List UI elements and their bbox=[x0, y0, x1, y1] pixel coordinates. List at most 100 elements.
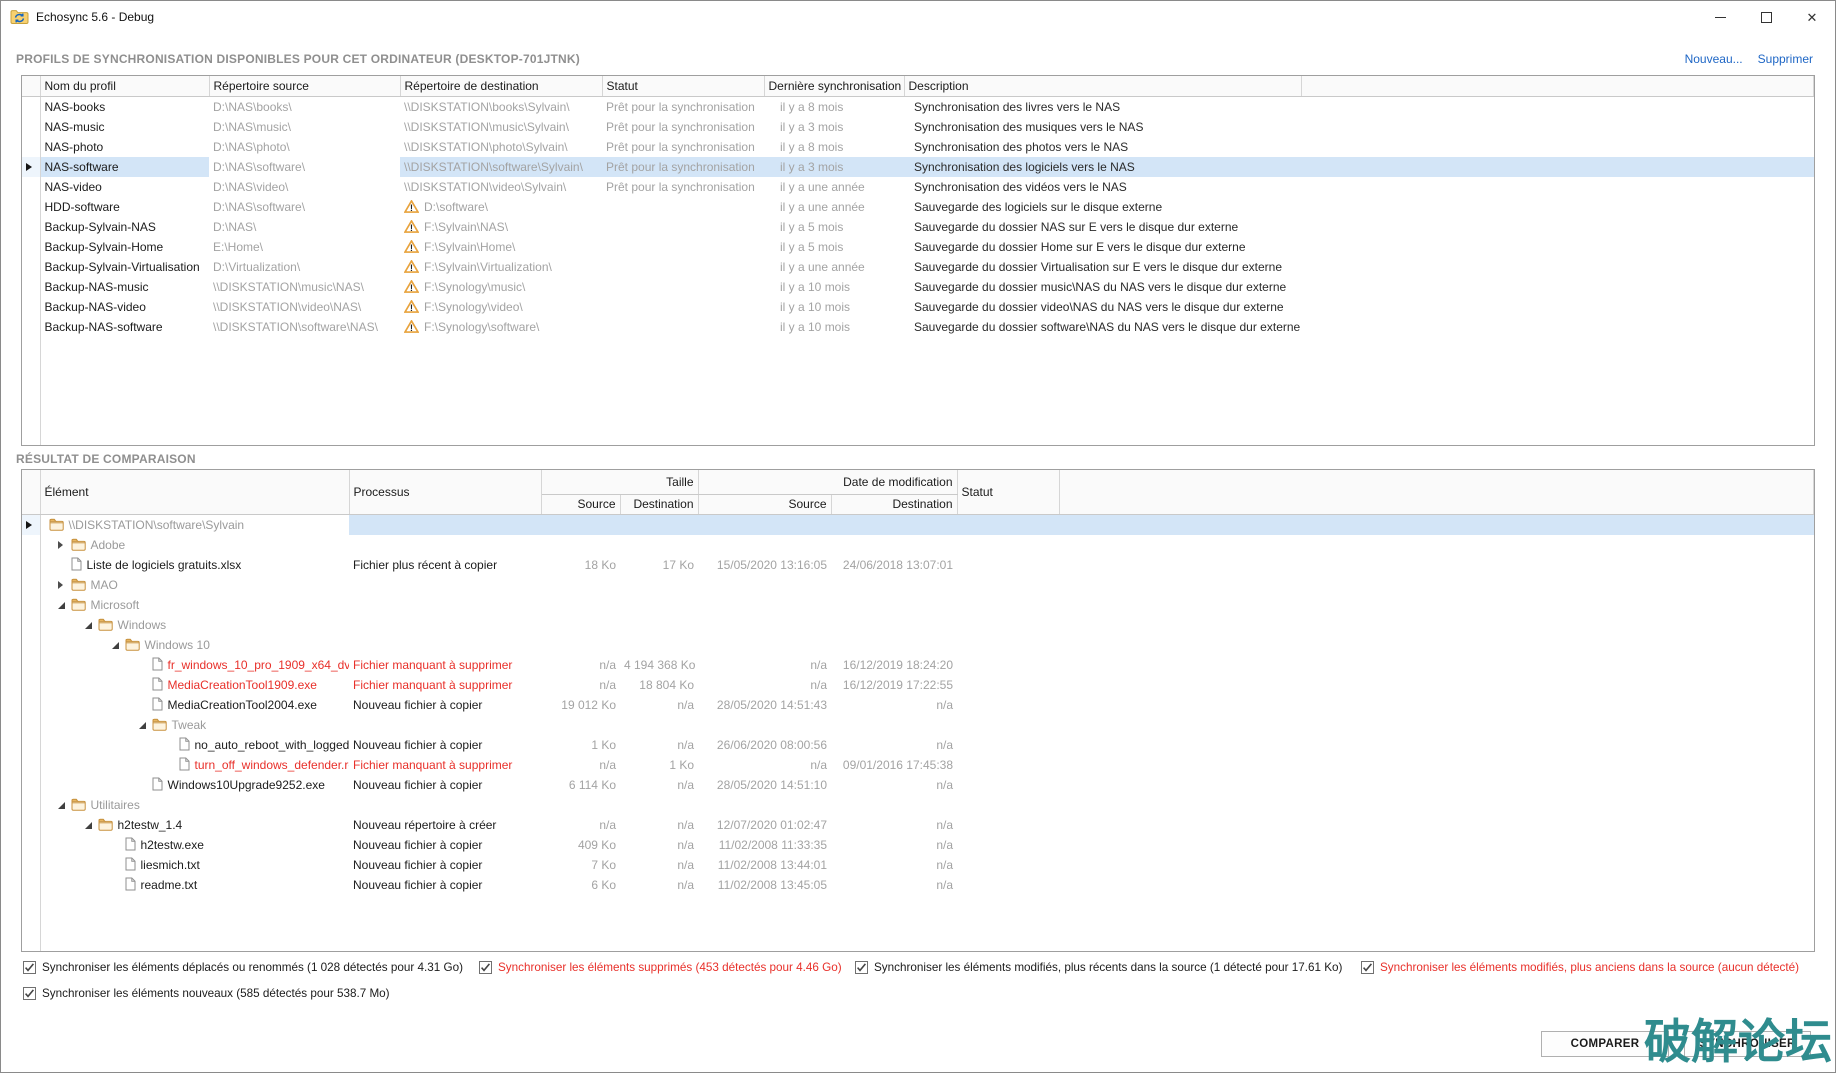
size-destination-cell bbox=[620, 795, 698, 815]
row-selector-cell bbox=[22, 635, 40, 655]
date-destination-cell: n/a bbox=[831, 855, 957, 875]
status-cell bbox=[957, 675, 1059, 695]
comparison-row[interactable]: MediaCreationTool1909.exeFichier manquan… bbox=[22, 675, 1814, 695]
row-selector-cell bbox=[22, 655, 40, 675]
date-destination-cell: n/a bbox=[831, 735, 957, 755]
svg-text:!: ! bbox=[410, 203, 413, 213]
col-header-statut[interactable]: Statut bbox=[957, 470, 1059, 514]
expand-arrow-expanded-icon[interactable] bbox=[85, 622, 92, 629]
col-header-processus[interactable]: Processus bbox=[349, 470, 541, 514]
col-header-date-source[interactable]: Source bbox=[698, 494, 831, 514]
process-cell: Nouveau fichier à copier bbox=[349, 695, 541, 715]
profile-row[interactable]: HDD-softwareD:\NAS\software\!D:\software… bbox=[22, 197, 1814, 217]
date-source-cell bbox=[698, 514, 831, 535]
comparison-row[interactable]: h2testw.exeNouveau fichier à copier409 K… bbox=[22, 835, 1814, 855]
col-header-statut[interactable]: Statut bbox=[602, 76, 764, 96]
status-cell bbox=[957, 514, 1059, 535]
checkbox-icon bbox=[1361, 961, 1374, 974]
profile-source-cell: D:\NAS\software\ bbox=[209, 197, 400, 217]
expand-arrow-expanded-icon[interactable] bbox=[58, 802, 65, 809]
expand-arrow-expanded-icon[interactable] bbox=[139, 722, 146, 729]
sync-option-checkbox[interactable]: Synchroniser les éléments modifiés, plus… bbox=[855, 961, 1342, 974]
comparison-row[interactable]: MediaCreationTool2004.exeNouveau fichier… bbox=[22, 695, 1814, 715]
comparison-row[interactable]: turn_off_windows_defender.regFichier man… bbox=[22, 755, 1814, 775]
profile-row[interactable]: Backup-Sylvain-VirtualisationD:\Virtuali… bbox=[22, 257, 1814, 277]
expand-arrow-collapsed-icon[interactable] bbox=[58, 541, 63, 549]
profile-row[interactable]: Backup-Sylvain-NASD:\NAS\!F:\Sylvain\NAS… bbox=[22, 217, 1814, 237]
expand-arrow-expanded-icon[interactable] bbox=[58, 602, 65, 609]
col-header-repertoire-destination[interactable]: Répertoire de destination bbox=[400, 76, 602, 96]
profile-row[interactable]: Backup-NAS-software\\DISKSTATION\softwar… bbox=[22, 317, 1814, 337]
sync-option-checkbox[interactable]: Synchroniser les éléments supprimés (453… bbox=[479, 961, 842, 974]
maximize-button[interactable] bbox=[1743, 1, 1789, 33]
process-cell bbox=[349, 715, 541, 735]
delete-profile-link[interactable]: Supprimer bbox=[1758, 52, 1813, 66]
col-header-date-destination[interactable]: Destination bbox=[831, 494, 957, 514]
profile-status-cell bbox=[602, 257, 764, 277]
col-header-taille-source[interactable]: Source bbox=[541, 494, 620, 514]
profile-status-cell: Prêt pour la synchronisation bbox=[602, 177, 764, 197]
profile-row[interactable]: NAS-softwareD:\NAS\software\\\DISKSTATIO… bbox=[22, 157, 1814, 177]
comparison-row[interactable]: Microsoft bbox=[22, 595, 1814, 615]
profile-row[interactable]: NAS-booksD:\NAS\books\\\DISKSTATION\book… bbox=[22, 96, 1814, 117]
folder-icon bbox=[71, 538, 86, 551]
comparison-row[interactable]: readme.txtNouveau fichier à copier6 Kon/… bbox=[22, 875, 1814, 895]
col-header-taille-destination[interactable]: Destination bbox=[620, 494, 698, 514]
process-cell: Fichier manquant à supprimer bbox=[349, 755, 541, 775]
profile-row[interactable]: Backup-Sylvain-HomeE:\Home\!F:\Sylvain\H… bbox=[22, 237, 1814, 257]
profile-name-cell: Backup-NAS-video bbox=[40, 297, 209, 317]
date-source-cell: n/a bbox=[698, 755, 831, 775]
size-destination-cell: n/a bbox=[620, 875, 698, 895]
comparison-row[interactable]: Liste de logiciels gratuits.xlsxFichier … bbox=[22, 555, 1814, 575]
size-source-cell: n/a bbox=[541, 815, 620, 835]
element-cell: Windows 10 bbox=[40, 635, 349, 655]
comparison-row[interactable]: Utilitaires bbox=[22, 795, 1814, 815]
comparison-row[interactable]: Windows10Upgrade9252.exeNouveau fichier … bbox=[22, 775, 1814, 795]
comparison-row[interactable]: \\DISKSTATION\software\Sylvain bbox=[22, 514, 1814, 535]
comparison-row[interactable]: h2testw_1.4Nouveau répertoire à créern/a… bbox=[22, 815, 1814, 835]
profile-row[interactable]: Backup-NAS-video\\DISKSTATION\video\NAS\… bbox=[22, 297, 1814, 317]
profile-source-cell: D:\NAS\photo\ bbox=[209, 137, 400, 157]
profile-row[interactable]: NAS-photoD:\NAS\photo\\\DISKSTATION\phot… bbox=[22, 137, 1814, 157]
profile-status-cell: Prêt pour la synchronisation bbox=[602, 157, 764, 177]
col-header-derniere-synchronisation[interactable]: Dernière synchronisation bbox=[764, 76, 904, 96]
row-selector-cell bbox=[22, 137, 40, 157]
comparison-row[interactable]: MAO bbox=[22, 575, 1814, 595]
sync-option-checkbox[interactable]: Synchroniser les éléments déplacés ou re… bbox=[23, 961, 463, 974]
comparison-row[interactable]: Windows bbox=[22, 615, 1814, 635]
sync-option-checkbox[interactable]: Synchroniser les éléments modifiés, plus… bbox=[1361, 961, 1799, 974]
expand-arrow-expanded-icon[interactable] bbox=[112, 642, 119, 649]
profile-row[interactable]: Backup-NAS-music\\DISKSTATION\music\NAS\… bbox=[22, 277, 1814, 297]
profile-source-cell: E:\Home\ bbox=[209, 237, 400, 257]
profile-status-cell: Prêt pour la synchronisation bbox=[602, 117, 764, 137]
expand-arrow-collapsed-icon[interactable] bbox=[58, 581, 63, 589]
comparison-row[interactable]: Tweak bbox=[22, 715, 1814, 735]
app-window: Echosync 5.6 - Debug ✕ PROFILS DE SYNCHR… bbox=[0, 0, 1836, 1073]
sync-option-checkbox[interactable]: Synchroniser les éléments nouveaux (585 … bbox=[23, 987, 390, 1000]
close-button[interactable]: ✕ bbox=[1789, 1, 1835, 33]
profile-description-cell: Synchronisation des musiques vers le NAS bbox=[904, 117, 1301, 137]
app-sync-folder-icon bbox=[10, 9, 29, 25]
profile-row[interactable]: NAS-musicD:\NAS\music\\\DISKSTATION\musi… bbox=[22, 117, 1814, 137]
col-header-description[interactable]: Description bbox=[904, 76, 1301, 96]
profile-row[interactable]: NAS-videoD:\NAS\video\\\DISKSTATION\vide… bbox=[22, 177, 1814, 197]
col-header-element[interactable]: Élément bbox=[40, 470, 349, 514]
row-selector-cell bbox=[22, 875, 40, 895]
compare-button[interactable]: COMPARER bbox=[1541, 1031, 1669, 1057]
minimize-button[interactable] bbox=[1697, 1, 1743, 33]
size-destination-cell bbox=[620, 535, 698, 555]
col-header-nom-du-profil[interactable]: Nom du profil bbox=[40, 76, 209, 96]
comparison-row[interactable]: fr_windows_10_pro_1909_x64_dvd.isoFichie… bbox=[22, 655, 1814, 675]
comparison-row[interactable]: Windows 10 bbox=[22, 635, 1814, 655]
status-cell bbox=[957, 595, 1059, 615]
expand-arrow-expanded-icon[interactable] bbox=[85, 822, 92, 829]
synchronize-button[interactable]: SYNCHRONISER bbox=[1684, 1031, 1811, 1057]
profile-last-sync-cell: il y a 5 mois bbox=[764, 237, 904, 257]
comparison-row[interactable]: Adobe bbox=[22, 535, 1814, 555]
comparison-row[interactable]: liesmich.txtNouveau fichier à copier7 Ko… bbox=[22, 855, 1814, 875]
comparison-row[interactable]: no_auto_reboot_with_logged_o...Nouveau f… bbox=[22, 735, 1814, 755]
date-source-cell: 26/06/2020 08:00:56 bbox=[698, 735, 831, 755]
col-header-repertoire-source[interactable]: Répertoire source bbox=[209, 76, 400, 96]
profile-name-cell: Backup-Sylvain-Virtualisation bbox=[40, 257, 209, 277]
new-profile-link[interactable]: Nouveau... bbox=[1685, 52, 1743, 66]
